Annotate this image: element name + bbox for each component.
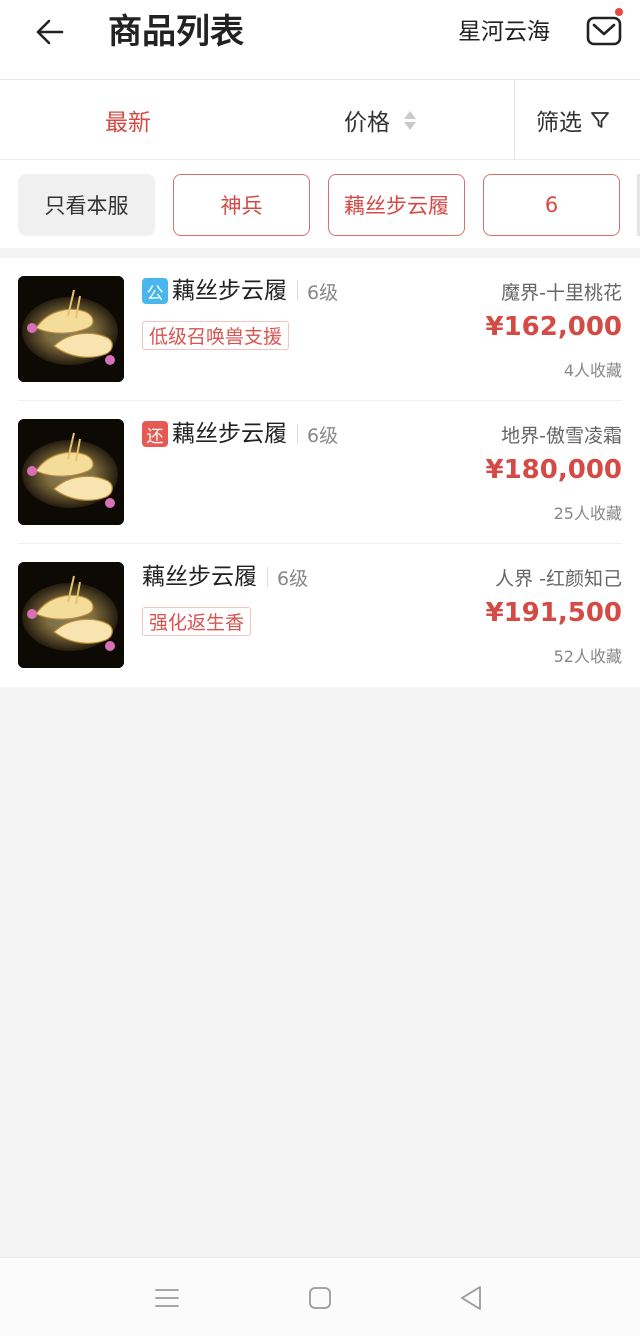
item-server: 地界-傲雪凌霜 — [501, 425, 622, 447]
filter-chips: 只看本服 神兵 藕丝步云履 6 — [0, 160, 640, 248]
unread-dot — [615, 8, 623, 16]
item-level: 6级 — [307, 281, 339, 304]
item-price: ¥191,500 — [485, 598, 622, 628]
item-level: 6级 — [277, 567, 309, 590]
sort-price-tab[interactable]: 价格 — [344, 80, 416, 160]
sort-price-label: 价格 — [344, 110, 390, 136]
item-tag: 低级召唤兽支援 — [142, 321, 290, 350]
chip-level[interactable]: 6 — [483, 174, 620, 236]
item-thumbnail — [18, 419, 124, 525]
item-thumbnail — [18, 276, 124, 382]
filter-icon — [591, 112, 609, 128]
level-divider — [297, 424, 298, 444]
item-name-row: 还 藕丝步云履 6级 — [142, 419, 338, 449]
sort-divider — [514, 80, 515, 160]
list-item[interactable]: 还 藕丝步云履 6级 地界-傲雪凌霜 ¥180,000 25人收藏 — [0, 401, 640, 544]
sort-bar: 最新 价格 筛选 — [0, 80, 640, 160]
back-triangle-icon — [461, 1286, 481, 1310]
list-item[interactable]: 藕丝步云履 6级 强化返生香 人界 -红颜知己 ¥191,500 52人收藏 — [0, 544, 640, 687]
mail-button[interactable] — [584, 8, 624, 50]
item-name: 藕丝步云履 — [172, 278, 287, 304]
back-button[interactable] — [28, 12, 72, 52]
system-nav-bar — [0, 1257, 640, 1336]
page-title: 商品列表 — [108, 12, 244, 52]
item-name: 藕丝步云履 — [172, 421, 287, 447]
item-server: 人界 -红颜知己 — [495, 568, 622, 590]
item-name-row: 藕丝步云履 6级 — [142, 562, 308, 592]
item-thumbnail — [18, 562, 124, 668]
level-divider — [267, 567, 268, 587]
item-favorites: 4人收藏 — [563, 361, 622, 380]
nav-menu-button[interactable] — [149, 1282, 185, 1314]
list-item[interactable]: 公 藕丝步云履 6级 低级召唤兽支援 魔界-十里桃花 ¥162,000 4人收藏 — [0, 258, 640, 401]
filter-button[interactable]: 筛选 — [536, 80, 610, 160]
item-favorites: 25人收藏 — [553, 504, 622, 523]
return-badge: 还 — [142, 421, 168, 447]
sort-arrows-icon — [404, 110, 416, 130]
sort-latest-label: 最新 — [105, 110, 151, 136]
level-divider — [297, 281, 298, 301]
chip-item-name[interactable]: 藕丝步云履 — [328, 174, 465, 236]
item-tag: 强化返生香 — [142, 607, 252, 636]
item-price: ¥162,000 — [485, 312, 622, 342]
chip-category[interactable]: 神兵 — [173, 174, 310, 236]
item-server: 魔界-十里桃花 — [501, 282, 622, 304]
item-name: 藕丝步云履 — [142, 564, 257, 590]
product-list: 公 藕丝步云履 6级 低级召唤兽支援 魔界-十里桃花 ¥162,000 4人收藏 — [0, 258, 640, 687]
arrow-left-icon — [36, 19, 64, 45]
public-badge: 公 — [142, 278, 168, 304]
current-server[interactable]: 星河云海 — [458, 14, 550, 50]
sort-latest-tab[interactable]: 最新 — [105, 80, 151, 160]
item-name-row: 公 藕丝步云履 6级 — [142, 276, 338, 306]
home-square-icon — [309, 1287, 331, 1309]
item-level: 6级 — [307, 424, 339, 447]
mail-icon — [586, 16, 622, 46]
item-favorites: 52人收藏 — [553, 647, 622, 666]
menu-icon — [155, 1289, 179, 1307]
chip-own-server[interactable]: 只看本服 — [18, 174, 155, 236]
nav-home-button[interactable] — [302, 1282, 338, 1314]
filter-label: 筛选 — [536, 110, 582, 136]
item-price: ¥180,000 — [485, 455, 622, 485]
app-header: 商品列表 星河云海 — [0, 0, 640, 80]
nav-back-button[interactable] — [453, 1282, 489, 1314]
